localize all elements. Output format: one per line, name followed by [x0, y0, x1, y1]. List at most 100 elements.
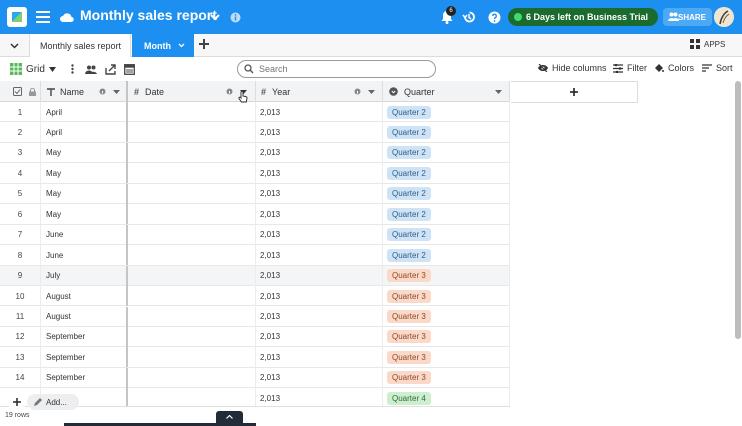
quarter-cell[interactable]: Quarter 3 — [383, 347, 510, 368]
quarter-cell[interactable]: Quarter 3 — [383, 265, 510, 286]
tab-monthly-sales-report[interactable]: Monthly sales report — [29, 34, 131, 57]
date-cell[interactable] — [128, 204, 256, 225]
table-row[interactable]: 5 May 2,013 Quarter 2 — [0, 183, 510, 205]
name-cell[interactable]: September — [41, 347, 128, 368]
quarter-cell[interactable]: Quarter 2 — [383, 224, 510, 245]
name-cell[interactable]: May — [41, 142, 128, 163]
add-column-button[interactable] — [511, 81, 638, 103]
add-row-button[interactable] — [9, 394, 25, 410]
hide-columns-button[interactable]: Hide columns — [538, 63, 607, 73]
info-icon[interactable] — [99, 88, 106, 95]
table-row[interactable]: 4 May 2,013 Quarter 2 — [0, 163, 510, 184]
grid-view-selector[interactable]: Grid — [10, 63, 60, 75]
user-avatar[interactable] — [714, 7, 734, 27]
name-cell[interactable]: June — [41, 224, 128, 245]
name-cell[interactable]: April — [41, 122, 128, 143]
collapse-panel-button[interactable] — [216, 411, 243, 423]
date-cell[interactable] — [128, 163, 256, 184]
tab-month[interactable]: Month — [132, 34, 194, 57]
date-cell[interactable] — [128, 224, 256, 245]
name-cell[interactable]: May — [41, 183, 128, 204]
quarter-cell[interactable]: Quarter 3 — [383, 286, 510, 307]
info-icon[interactable] — [229, 11, 241, 23]
table-row[interactable]: 9 July 2,013 Quarter 3 — [0, 265, 510, 286]
date-cell[interactable] — [128, 102, 256, 122]
sort-button[interactable]: Sort — [702, 63, 733, 73]
name-cell[interactable]: July — [41, 265, 128, 286]
date-cell[interactable] — [128, 265, 256, 286]
year-cell[interactable]: 2,013 — [256, 265, 383, 286]
table-row[interactable]: 13 September 2,013 Quarter 3 — [0, 347, 510, 368]
table-row[interactable]: 3 May 2,013 Quarter 2 — [0, 142, 510, 164]
quarter-cell[interactable]: Quarter 3 — [383, 326, 510, 347]
search-box[interactable] — [237, 60, 436, 78]
column-header-year[interactable]: # Year — [256, 81, 383, 102]
date-cell[interactable] — [128, 183, 256, 204]
name-cell[interactable]: June — [41, 245, 128, 266]
quarter-cell[interactable]: Quarter 2 — [383, 183, 510, 204]
history-icon[interactable] — [461, 9, 477, 25]
year-cell[interactable]: 2,013 — [256, 286, 383, 307]
table-row[interactable]: 2 April 2,013 Quarter 2 — [0, 122, 510, 143]
year-cell[interactable]: 2,013 — [256, 102, 383, 122]
table-row[interactable]: 6 May 2,013 Quarter 2 — [0, 204, 510, 225]
year-cell[interactable]: 2,013 — [256, 245, 383, 266]
help-icon[interactable] — [486, 9, 502, 25]
table-row[interactable]: 7 June 2,013 Quarter 2 — [0, 224, 510, 246]
select-all-cell[interactable] — [0, 81, 41, 102]
caret-down-icon[interactable] — [113, 90, 120, 94]
table-row[interactable]: 11 August 2,013 Quarter 3 — [0, 306, 510, 327]
year-cell[interactable]: 2,013 — [256, 204, 383, 225]
export-icon[interactable] — [104, 63, 117, 75]
table-row[interactable]: 10 August 2,013 Quarter 3 — [0, 286, 510, 307]
quarter-cell[interactable]: Quarter 2 — [383, 163, 510, 184]
add-records-button[interactable]: Add... — [27, 394, 79, 410]
column-header-date[interactable]: # Date — [128, 81, 256, 103]
more-options-icon[interactable] — [68, 63, 76, 75]
chevron-down-icon[interactable] — [178, 43, 185, 48]
year-cell[interactable]: 2,013 — [256, 122, 383, 143]
info-icon[interactable] — [226, 88, 233, 95]
year-cell[interactable]: 2,013 — [256, 183, 383, 204]
trial-status-button[interactable]: 6 Days left on Business Trial — [508, 8, 658, 26]
name-cell[interactable]: August — [41, 286, 128, 307]
column-header-quarter[interactable]: Quarter — [383, 81, 510, 102]
date-cell[interactable] — [128, 286, 256, 307]
search-input[interactable] — [259, 64, 419, 74]
date-cell[interactable] — [128, 326, 256, 347]
table-row[interactable]: 12 September 2,013 Quarter 3 — [0, 326, 510, 348]
date-cell[interactable] — [128, 142, 256, 163]
table-row[interactable]: 8 June 2,013 Quarter 2 — [0, 245, 510, 266]
app-logo[interactable] — [7, 7, 27, 27]
date-cell[interactable] — [128, 122, 256, 143]
info-icon[interactable] — [354, 88, 361, 95]
quarter-cell[interactable]: Quarter 2 — [383, 204, 510, 225]
column-header-name[interactable]: Name — [41, 81, 128, 102]
quarter-cell[interactable]: Quarter 2 — [383, 245, 510, 266]
filter-button[interactable]: Filter — [613, 63, 647, 73]
share-button[interactable]: SHARE — [663, 8, 712, 26]
name-cell[interactable]: August — [41, 306, 128, 327]
vertical-scrollbar[interactable] — [735, 81, 741, 339]
caret-down-icon[interactable] — [368, 90, 375, 94]
users-icon[interactable] — [84, 63, 98, 75]
colors-button[interactable]: Colors — [654, 63, 694, 73]
layout-icon[interactable] — [123, 63, 136, 75]
year-cell[interactable]: 2,013 — [256, 347, 383, 368]
quarter-cell[interactable]: Quarter 3 — [383, 306, 510, 327]
apps-button[interactable]: APPS — [690, 39, 725, 49]
chevron-down-icon[interactable] — [8, 40, 20, 51]
year-cell[interactable]: 2,013 — [256, 224, 383, 245]
quarter-cell[interactable]: Quarter 2 — [383, 122, 510, 143]
checkbox-icon[interactable] — [13, 87, 22, 96]
year-cell[interactable]: 2,013 — [256, 163, 383, 184]
year-cell[interactable]: 2,013 — [256, 142, 383, 163]
chevron-down-icon[interactable] — [209, 11, 221, 23]
year-cell[interactable]: 2,013 — [256, 306, 383, 327]
name-cell[interactable]: April — [41, 102, 128, 122]
name-cell[interactable]: September — [41, 326, 128, 347]
table-row[interactable]: 1 April 2,013 Quarter 2 — [0, 102, 510, 123]
date-cell[interactable] — [128, 306, 256, 327]
quarter-cell[interactable]: Quarter 2 — [383, 142, 510, 163]
caret-down-icon[interactable] — [495, 90, 502, 94]
